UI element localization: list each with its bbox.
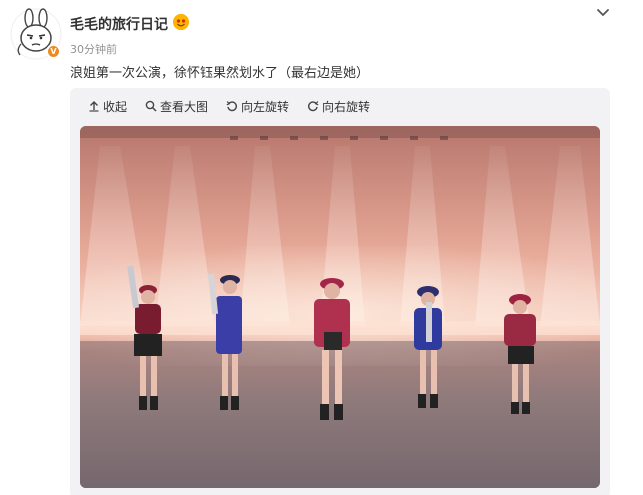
verified-icon: V	[46, 44, 61, 59]
stage-photo-image	[80, 126, 600, 488]
view-large-button[interactable]: 查看大图	[145, 98, 208, 115]
rotate-left-label: 向左旋转	[241, 99, 290, 114]
arrow-up-icon	[89, 101, 99, 112]
post-photo[interactable]	[80, 126, 600, 488]
post-text: 浪姐第一次公演，徐怀钰果然划水了（最右边是她）	[70, 66, 370, 81]
rotate-left-button[interactable]: 向左旋转	[226, 98, 289, 115]
rotate-right-button[interactable]: 向右旋转	[307, 98, 370, 115]
search-icon	[145, 100, 157, 112]
collapse-label: 收起	[103, 99, 128, 114]
media-card: 收起 查看大图 向左旋转 向右旋转	[70, 88, 610, 495]
timestamp[interactable]: 30分钟前	[70, 41, 117, 57]
collapse-button[interactable]: 收起	[88, 98, 127, 115]
chevron-down-icon[interactable]	[593, 5, 613, 21]
view-large-label: 查看大图	[160, 99, 209, 114]
username[interactable]: 毛毛的旅行日记	[70, 14, 168, 34]
rotate-right-label: 向右旋转	[322, 99, 371, 114]
rotate-left-icon	[226, 101, 238, 112]
vip-icon[interactable]	[173, 14, 189, 30]
media-toolbar: 收起 查看大图 向左旋转 向右旋转	[70, 88, 610, 124]
rotate-right-icon	[308, 101, 319, 112]
